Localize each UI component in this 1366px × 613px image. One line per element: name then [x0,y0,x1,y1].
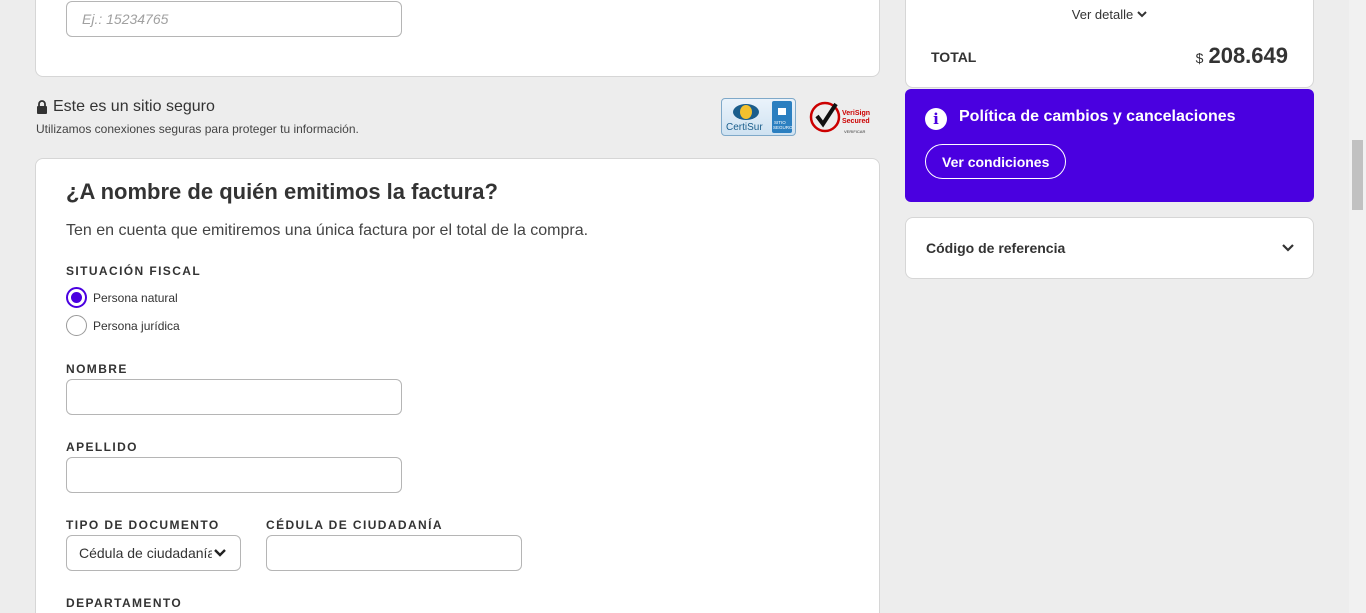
svg-text:VeriSign: VeriSign [842,110,870,117]
department-label: DEPARTAMENTO [66,596,183,610]
policy-banner: i Política de cambios y cancelaciones Ve… [905,89,1314,202]
invoice-intro: Ten en cuenta que emitiremos una única f… [66,222,589,239]
chevron-down-icon [214,549,226,557]
radio-persona-natural[interactable]: Persona natural [66,287,178,308]
view-conditions-button[interactable]: Ver condiciones [925,144,1067,179]
reference-code-label: Código de referencia [926,240,1066,256]
svg-text:VERIFICAR: VERIFICAR [844,129,865,134]
svg-text:CertiSur: CertiSur [726,122,763,133]
doc-number-input[interactable] [266,535,522,571]
certisur-logo-icon: CertiSur SITIO SEGURO [726,101,793,133]
verisign-check-icon: VeriSign Secured VERIFICAR [809,101,870,134]
total-amount: $ 208.649 [1196,43,1288,69]
radio-label: Persona natural [93,290,178,305]
view-detail-label: Ver detalle [1071,7,1134,22]
radio-unchecked-icon[interactable] [66,315,87,336]
radio-persona-juridica[interactable]: Persona jurídica [66,315,180,336]
verisign-seal[interactable]: VeriSign Secured VERIFICAR [808,96,881,138]
radio-checked-icon[interactable] [66,287,87,308]
doc-type-label: TIPO DE DOCUMENTO [66,518,220,532]
info-icon: i [925,108,947,130]
fiscal-situation-label: SITUACIÓN FISCAL [66,264,202,278]
policy-title: Política de cambios y cancelaciones [959,108,1236,125]
secure-site-title: Este es un sitio seguro [53,98,215,115]
doc-number-label: CÉDULA DE CIUDADANÍA [266,518,443,532]
view-detail-link[interactable]: Ver detalle [906,7,1313,22]
secure-site-subtitle: Utilizamos conexiones seguras para prote… [36,122,359,136]
name-label: NOMBRE [66,362,128,376]
lock-icon [37,100,47,114]
scrollbar-thumb[interactable] [1352,140,1363,210]
radio-label: Persona jurídica [93,318,180,333]
page-scrollbar[interactable] [1349,0,1366,613]
surname-input[interactable] [66,457,402,493]
document-card [35,0,880,77]
certisur-seal[interactable]: CertiSur SITIO SEGURO [721,98,796,136]
currency-symbol: $ [1195,50,1204,66]
doc-type-value: Cédula de ciudadanía [79,545,212,561]
invoice-title: ¿A nombre de quién emitimos la factura? [66,179,498,204]
invoice-card: ¿A nombre de quién emitimos la factura? … [35,158,880,613]
id-number-input[interactable] [66,1,402,37]
svg-text:Secured: Secured [842,118,870,125]
chevron-down-icon [1137,11,1147,18]
reference-code-accordion[interactable]: Código de referencia [905,217,1314,279]
doc-type-select[interactable]: Cédula de ciudadanía [66,535,241,571]
secure-site-heading: Este es un sitio seguro [36,98,215,116]
chevron-down-icon[interactable] [1281,240,1295,254]
name-input[interactable] [66,379,402,415]
surname-label: APELLIDO [66,440,138,454]
total-label: TOTAL [931,49,977,65]
order-summary-card: Ver detalle TOTAL $ 208.649 [905,0,1314,88]
total-value: 208.649 [1208,43,1288,68]
svg-text:SEGURO: SEGURO [773,125,793,130]
